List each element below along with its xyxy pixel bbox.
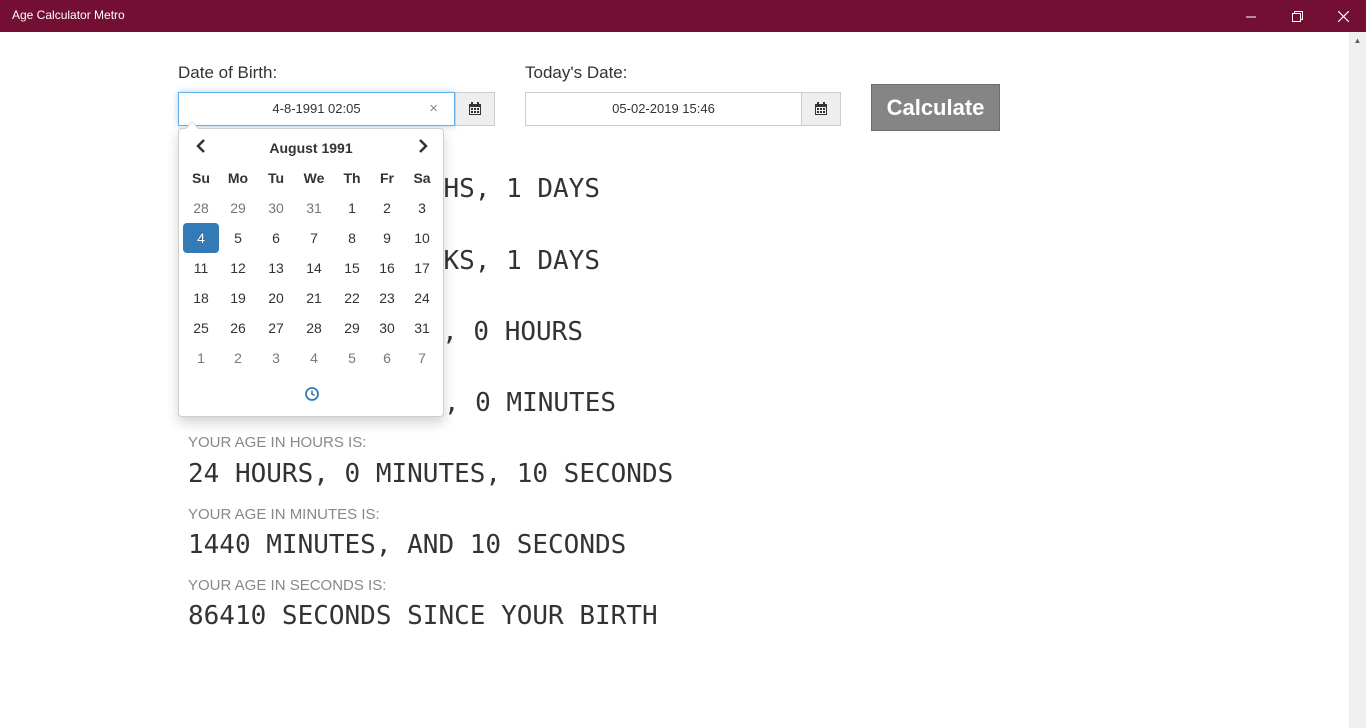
calendar-day[interactable]: 13	[258, 253, 294, 283]
dob-label: Date of Birth:	[178, 63, 278, 82]
minutes-value: 1440 MINUTES, AND 10 SECONDS	[188, 530, 627, 560]
calendar-day[interactable]: 12	[220, 253, 256, 283]
weekday-header: Tu	[267, 170, 285, 186]
today-calendar-button[interactable]	[801, 92, 841, 126]
calendar-day[interactable]: 17	[404, 253, 440, 283]
calendar-day[interactable]: 2	[220, 343, 256, 373]
calendar-day-selected[interactable]: 4	[183, 223, 219, 253]
calendar-day[interactable]: 27	[258, 313, 294, 343]
today-input-group: 05-02-2019 15:46	[525, 92, 841, 126]
calendar-day[interactable]: 21	[296, 283, 332, 313]
clear-icon[interactable]: ×	[429, 93, 438, 125]
calendar-day[interactable]: 25	[183, 313, 219, 343]
weekday-header: Fr	[380, 170, 394, 186]
calendar-day[interactable]: 29	[334, 313, 370, 343]
restore-button[interactable]	[1274, 0, 1320, 32]
calendar-day[interactable]: 28	[183, 193, 219, 223]
next-month-button[interactable]	[413, 139, 433, 157]
calendar-day[interactable]: 7	[296, 223, 332, 253]
weekday-header: Mo	[227, 170, 249, 186]
weekday-header: Th	[343, 170, 361, 186]
scroll-up-arrow-icon[interactable]: ▲	[1349, 36, 1366, 48]
calendar-day[interactable]: 1	[334, 193, 370, 223]
calendar-icon	[469, 101, 481, 115]
weekday-header: Sa	[413, 170, 431, 186]
calendar-day[interactable]: 2	[369, 193, 405, 223]
title-bar: Age Calculator Metro	[0, 0, 1366, 32]
calendar-day[interactable]: 23	[369, 283, 405, 313]
calculate-button[interactable]: Calculate	[871, 84, 1000, 131]
calendar-day[interactable]: 11	[183, 253, 219, 283]
weekday-header: Su	[192, 170, 210, 186]
vertical-scrollbar[interactable]: ▲	[1349, 32, 1366, 728]
month-year-title[interactable]: August 1991	[239, 140, 383, 156]
seconds-caption: YOUR AGE IN SECONDS IS:	[188, 577, 387, 594]
chevron-left-icon	[196, 139, 205, 153]
calendar-day[interactable]: 3	[258, 343, 294, 373]
calendar-day[interactable]: 6	[258, 223, 294, 253]
calendar-day[interactable]: 29	[220, 193, 256, 223]
calendar-day[interactable]: 4	[296, 343, 332, 373]
popup-arrow-inner	[186, 122, 198, 129]
calendar-day[interactable]: 22	[334, 283, 370, 313]
window-title: Age Calculator Metro	[12, 8, 125, 22]
close-button[interactable]	[1320, 0, 1366, 32]
minutes-caption: YOUR AGE IN MINUTES IS:	[188, 506, 380, 523]
calendar-day[interactable]: 6	[369, 343, 405, 373]
minimize-button[interactable]	[1228, 0, 1274, 32]
calendar-day[interactable]: 28	[296, 313, 332, 343]
hours-caption: YOUR AGE IN HOURS IS:	[188, 434, 367, 451]
calendar-day[interactable]: 14	[296, 253, 332, 283]
datepicker-popup: August 1991 Su Mo Tu We Th Fr Sa 28 29 30 31 1 2 3 4 5 6…	[178, 121, 444, 417]
calendar-icon	[815, 101, 827, 115]
dob-input-group: 4-8-1991 02:05 ×	[178, 92, 495, 126]
calendar-day[interactable]: 15	[334, 253, 370, 283]
calendar-day[interactable]: 7	[404, 343, 440, 373]
calendar-day[interactable]: 30	[258, 193, 294, 223]
time-picker-toggle[interactable]	[304, 386, 320, 402]
restore-icon	[1291, 11, 1303, 23]
today-input[interactable]: 05-02-2019 15:46	[525, 92, 802, 126]
seconds-value: 86410 SECONDS SINCE YOUR BIRTH	[188, 601, 658, 631]
minimize-icon	[1246, 16, 1256, 18]
calendar-day[interactable]: 30	[369, 313, 405, 343]
today-input-value: 05-02-2019 15:46	[612, 101, 715, 116]
weekday-header: We	[303, 170, 325, 186]
calendar-day[interactable]: 26	[220, 313, 256, 343]
calendar-day[interactable]: 10	[404, 223, 440, 253]
dob-calendar-button[interactable]	[455, 92, 495, 126]
calendar-day[interactable]: 3	[404, 193, 440, 223]
calendar-day[interactable]: 24	[404, 283, 440, 313]
clock-icon	[305, 387, 319, 401]
prev-month-button[interactable]	[191, 139, 211, 157]
calendar-day[interactable]: 16	[369, 253, 405, 283]
calendar-day[interactable]: 5	[334, 343, 370, 373]
calendar-day[interactable]: 8	[334, 223, 370, 253]
calendar-day[interactable]: 20	[258, 283, 294, 313]
dob-input-value: 4-8-1991 02:05	[272, 101, 361, 116]
chevron-right-icon	[419, 139, 428, 153]
calendar-day[interactable]: 31	[296, 193, 332, 223]
calendar-day[interactable]: 31	[404, 313, 440, 343]
calendar-day[interactable]: 19	[220, 283, 256, 313]
calendar-day[interactable]: 1	[183, 343, 219, 373]
today-label: Today's Date:	[525, 63, 628, 82]
close-icon	[1337, 10, 1349, 23]
calendar-day[interactable]: 9	[369, 223, 405, 253]
calendar-day[interactable]: 5	[220, 223, 256, 253]
calendar-day[interactable]: 18	[183, 283, 219, 313]
dob-input[interactable]: 4-8-1991 02:05 ×	[178, 92, 455, 126]
hours-value: 24 HOURS, 0 MINUTES, 10 SECONDS	[188, 459, 674, 489]
